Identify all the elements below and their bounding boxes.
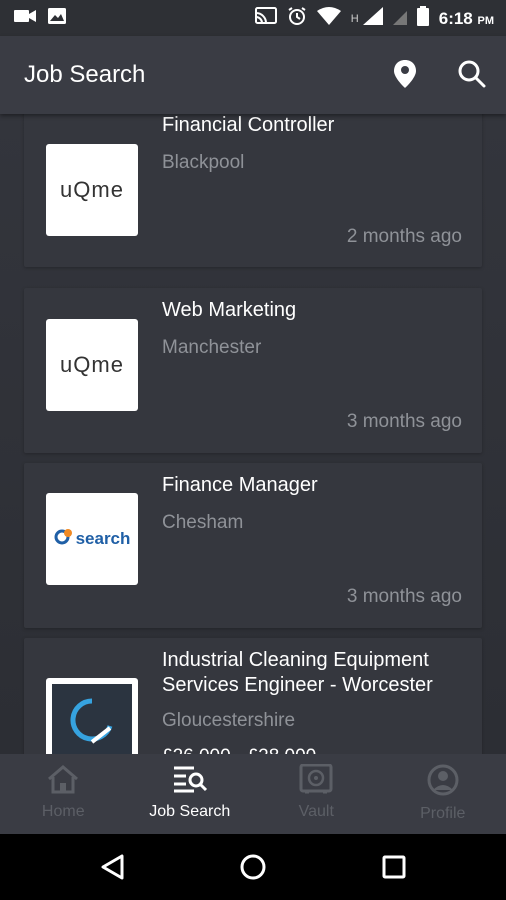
home-icon [46,764,80,799]
job-posted-date: 3 months ago [346,411,462,432]
vault-icon [299,763,333,799]
image-icon [48,8,66,29]
status-bar: H 6:18 PM [0,0,506,36]
job-title: Web Marketing [162,299,297,321]
profile-icon [427,764,459,801]
job-location: Blackpool [162,152,245,173]
job-location: Manchester [162,337,262,358]
company-logo-text: uQme [60,352,124,377]
signal-icon [362,7,383,30]
company-logo [46,678,138,754]
network-type-indicator: H [350,12,359,25]
job-card[interactable]: Industrial Cleaning Equipment Services E… [24,638,482,754]
job-salary: £26,000 - £28,000 [162,746,316,754]
bottom-navigation: Home Job Search Vault Profile [0,754,506,834]
company-logo: uQme [46,144,138,236]
job-title: Industrial Cleaning Equipment Services E… [162,649,433,696]
nav-profile-label: Profile [420,805,466,822]
company-logo-mark-icon [70,698,114,751]
recents-icon[interactable] [379,852,409,882]
system-navigation-bar [0,834,506,900]
back-icon[interactable] [97,852,127,882]
job-posted-date: 2 months ago [346,226,462,247]
wifi-icon [316,7,341,30]
video-camera-icon [14,8,36,29]
job-posted-date: 3 months ago [346,586,462,607]
search-logo-icon [54,528,74,551]
company-logo-text: search [75,529,131,548]
search-icon[interactable] [456,58,488,90]
nav-job-search-label: Job Search [149,803,231,820]
job-location: Chesham [162,512,244,533]
nav-home-label: Home [41,803,85,820]
clock: 6:18 PM [438,8,494,28]
app-bar: Job Search [0,36,506,114]
job-card[interactable]: search Finance Manager Chesham 3 months … [24,463,482,628]
alarm-icon [287,6,307,31]
job-location: Gloucestershire [162,710,296,731]
job-title: Finance Manager [162,474,318,496]
company-logo: search [46,493,138,585]
company-logo-text: uQme [60,177,124,202]
nav-vault-label: Vault [298,803,334,820]
job-card[interactable]: uQme Financial Controller Blackpool 2 mo… [24,114,482,267]
job-search-icon [172,764,208,799]
cast-icon [254,7,277,30]
nav-job-search[interactable]: Job Search [127,754,254,834]
location-pin-icon[interactable] [389,58,421,90]
company-logo: uQme [46,319,138,411]
job-list[interactable]: uQme Financial Controller Blackpool 2 mo… [0,114,506,754]
nav-home[interactable]: Home [0,754,127,834]
home-circle-icon[interactable] [238,852,268,882]
job-title: Financial Controller [162,114,335,136]
battery-icon [416,6,429,31]
nav-profile[interactable]: Profile [380,754,506,834]
nav-vault[interactable]: Vault [253,754,380,834]
job-card[interactable]: uQme Web Marketing Manchester 3 months a… [24,288,482,453]
page-title: Job Search [24,61,146,88]
signal-secondary-icon [392,7,407,30]
